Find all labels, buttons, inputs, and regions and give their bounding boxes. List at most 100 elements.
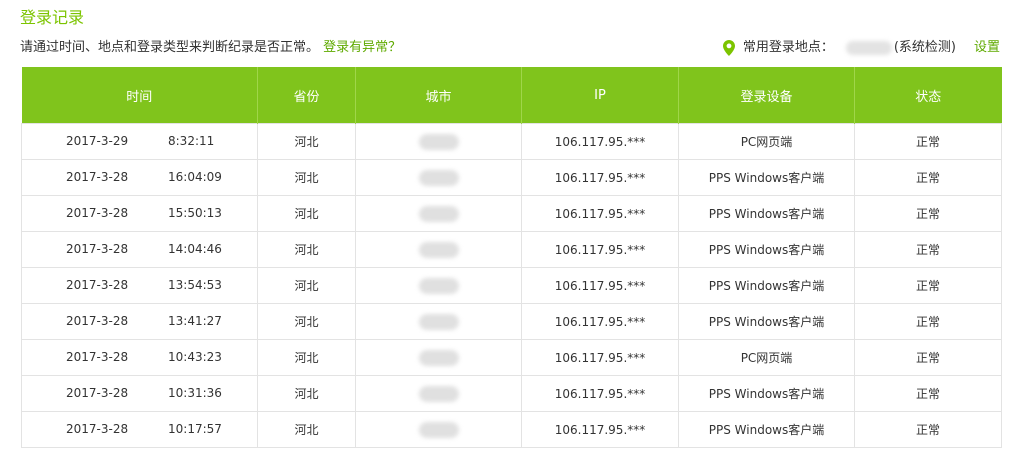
cell-ip: 106.117.95.*** [521,231,679,268]
cell-city [355,339,522,376]
cell-device: PPS Windows客户端 [678,411,855,448]
column-header-ip: IP [521,67,679,124]
blurred-city [418,349,459,366]
blurred-city [418,385,459,402]
cell-clock: 10:43:23 [168,350,222,364]
info-bar: 请通过时间、地点和登录类型来判断纪录是否正常。 登录有异常？ 常用登录地点： (… [20,38,1000,58]
description-text: 请通过时间、地点和登录类型来判断纪录是否正常。 [20,40,320,55]
cell-date: 2017-3-28 [66,386,129,400]
cell-time: 2017-3-28 16:04:09 [21,159,258,196]
cell-province: 河北 [257,303,356,340]
cell-ip: 106.117.95.*** [521,159,679,196]
table-body: 2017-3-29 8:32:11 河北 106.117.95.*** PC网页端 正常 2… [21,123,1002,448]
common-location-label: 常用登录地点： [742,40,834,55]
cell-city [355,123,522,160]
cell-city [355,375,522,412]
cell-clock: 10:17:57 [168,422,222,436]
login-records-table: 时间 省份 城市 IP 登录设备 状态 2017-3-29 8:32:11 河北 10… [21,67,1002,448]
cell-device: PPS Windows客户端 [678,267,855,304]
table-row: 2017-3-28 13:54:53 河北 106.117.95.*** PPS Win… [21,267,1002,304]
table-row: 2017-3-28 14:04:46 河北 106.117.95.*** PPS Win… [21,231,1002,268]
cell-time: 2017-3-28 15:50:13 [21,195,258,232]
login-records-page: 登录记录 请通过时间、地点和登录类型来判断纪录是否正常。 登录有异常？ 常用登录… [0,0,1018,470]
column-header-status: 状态 [854,67,1002,124]
column-header-province: 省份 [257,67,356,124]
cell-province: 河北 [257,123,356,160]
cell-date: 2017-3-28 [66,278,129,292]
cell-time: 2017-3-28 14:04:46 [21,231,258,268]
cell-clock: 13:54:53 [168,278,222,292]
cell-device: PPS Windows客户端 [678,375,855,412]
cell-clock: 8:32:11 [168,134,215,148]
report-abnormal-link[interactable]: 登录有异常？ [323,40,401,55]
cell-province: 河北 [257,375,356,412]
cell-device: PPS Windows客户端 [678,303,855,340]
cell-clock: 14:04:46 [168,242,222,256]
cell-date: 2017-3-28 [66,422,129,436]
cell-province: 河北 [257,159,356,196]
cell-status: 正常 [854,339,1002,376]
column-header-time: 时间 [21,67,258,124]
cell-device: PPS Windows客户端 [678,231,855,268]
blurred-city [418,169,459,186]
cell-ip: 106.117.95.*** [521,303,679,340]
blurred-city [418,277,459,294]
table-row: 2017-3-28 10:31:36 河北 106.117.95.*** PPS Win… [21,375,1002,412]
table-row: 2017-3-28 16:04:09 河北 106.117.95.*** PPS Win… [21,159,1002,196]
cell-status: 正常 [854,231,1002,268]
common-location: 常用登录地点： (系统检测) 设置 [722,38,1000,58]
blurred-location-value [845,41,892,55]
cell-time: 2017-3-28 10:31:36 [21,375,258,412]
cell-device: PPS Windows客户端 [678,159,855,196]
cell-status: 正常 [854,159,1002,196]
table-row: 2017-3-28 15:50:13 河北 106.117.95.*** PPS Win… [21,195,1002,232]
cell-clock: 15:50:13 [168,206,222,220]
table-header-row: 时间 省份 城市 IP 登录设备 状态 [21,67,1002,124]
cell-status: 正常 [854,303,1002,340]
column-header-device: 登录设备 [678,67,855,124]
cell-date: 2017-3-28 [66,350,129,364]
table-row: 2017-3-28 10:17:57 河北 106.117.95.*** PPS Win… [21,411,1002,448]
cell-ip: 106.117.95.*** [521,411,679,448]
cell-city [355,231,522,268]
blurred-city [418,421,459,438]
cell-city [355,303,522,340]
table-row: 2017-3-29 8:32:11 河北 106.117.95.*** PC网页端 正常 [21,123,1002,160]
cell-clock: 10:31:36 [168,386,222,400]
table-row: 2017-3-28 10:43:23 河北 106.117.95.*** PC网页端 正常 [21,339,1002,376]
cell-device: PC网页端 [678,339,855,376]
cell-province: 河北 [257,411,356,448]
cell-device: PC网页端 [678,123,855,160]
cell-province: 河北 [257,195,356,232]
cell-status: 正常 [854,267,1002,304]
cell-province: 河北 [257,339,356,376]
cell-device: PPS Windows客户端 [678,195,855,232]
cell-ip: 106.117.95.*** [521,375,679,412]
location-pin-icon [722,40,735,56]
column-header-city: 城市 [355,67,522,124]
cell-time: 2017-3-28 13:41:27 [21,303,258,340]
cell-time: 2017-3-28 10:17:57 [21,411,258,448]
cell-province: 河北 [257,267,356,304]
cell-city [355,195,522,232]
cell-ip: 106.117.95.*** [521,195,679,232]
cell-city [355,159,522,196]
blurred-city [418,133,459,150]
cell-date: 2017-3-28 [66,206,129,220]
cell-status: 正常 [854,123,1002,160]
cell-time: 2017-3-29 8:32:11 [21,123,258,160]
blurred-city [418,241,459,258]
cell-province: 河北 [257,231,356,268]
cell-status: 正常 [854,375,1002,412]
cell-date: 2017-3-28 [66,242,129,256]
settings-link[interactable]: 设置 [974,38,1000,58]
cell-clock: 13:41:27 [168,314,222,328]
cell-ip: 106.117.95.*** [521,123,679,160]
cell-city [355,267,522,304]
cell-status: 正常 [854,411,1002,448]
blurred-city [418,313,459,330]
cell-clock: 16:04:09 [168,170,222,184]
cell-ip: 106.117.95.*** [521,339,679,376]
cell-city [355,411,522,448]
blurred-city [418,205,459,222]
